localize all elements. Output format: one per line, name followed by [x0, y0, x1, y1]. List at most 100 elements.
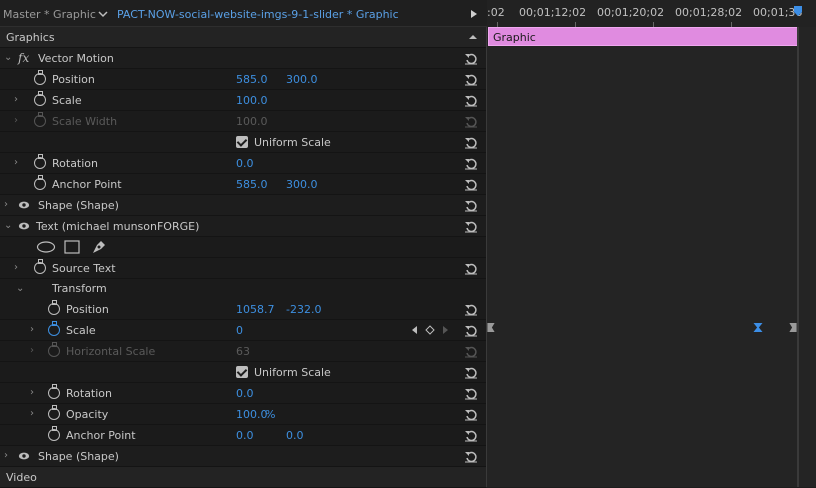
chevron-right-icon[interactable]: ›	[14, 158, 22, 168]
sequence-clip-tab[interactable]: PACT-NOW-social-website-imgs-9-1-slider …	[117, 8, 399, 21]
horizontal-scale-value: 63	[236, 345, 250, 358]
eye-icon[interactable]	[18, 450, 30, 462]
scale-width-value: 100.0	[236, 115, 268, 128]
reset-icon[interactable]	[464, 449, 478, 463]
playhead-line[interactable]	[797, 27, 799, 487]
position-x-value[interactable]: 1058.7	[236, 303, 275, 316]
vector-motion-row[interactable]: ⌄ fx Vector Motion	[0, 48, 486, 69]
reset-icon[interactable]	[464, 302, 478, 316]
stopwatch-icon[interactable]	[34, 154, 46, 169]
reset-icon[interactable]	[464, 93, 478, 107]
reset-icon[interactable]	[464, 198, 478, 212]
anchor-x-value[interactable]: 585.0	[236, 178, 268, 191]
chevron-down-icon[interactable]: ⌄	[4, 221, 12, 231]
opacity-unit: %	[265, 408, 276, 421]
reset-icon[interactable]	[464, 386, 478, 400]
stopwatch-icon[interactable]	[34, 91, 46, 106]
reset-icon[interactable]	[464, 407, 478, 421]
effect-timeline[interactable]: Graphic	[487, 27, 816, 487]
chevron-right-icon[interactable]: ›	[14, 95, 22, 105]
keyframe-right-marker[interactable]	[789, 323, 797, 332]
rotation-value[interactable]: 0.0	[236, 157, 254, 170]
stopwatch-icon[interactable]	[34, 259, 46, 274]
ruler-tick: 00;01;28;02	[675, 6, 743, 19]
chevron-down-icon[interactable]: ⌄	[16, 284, 24, 294]
time-ruler[interactable]: :02 00;01;12;02 00;01;20;02 00;01;28;02 …	[487, 0, 816, 27]
chevron-right-icon[interactable]: ›	[4, 200, 12, 210]
reset-icon[interactable]	[464, 261, 478, 275]
transform-label: Transform	[52, 282, 107, 295]
graphics-section-header: Graphics	[0, 27, 486, 48]
stopwatch-icon[interactable]	[48, 426, 60, 441]
fx-icon[interactable]: fx	[18, 51, 29, 65]
source-text-row: › Source Text	[0, 258, 486, 279]
anchor-y-value[interactable]: 300.0	[286, 178, 318, 191]
transform-row[interactable]: ⌄ Transform	[0, 279, 486, 300]
horizontal-scale-label: Horizontal Scale	[66, 345, 156, 358]
rotation-value[interactable]: 0.0	[236, 387, 254, 400]
shape-layer-row[interactable]: › Shape (Shape)	[0, 195, 486, 216]
stopwatch-icon[interactable]	[48, 405, 60, 420]
play-arrow-icon[interactable]	[471, 10, 477, 18]
eye-icon[interactable]	[18, 199, 30, 211]
opacity-label: Opacity	[66, 408, 109, 421]
reset-icon[interactable]	[464, 156, 478, 170]
chevron-right-icon[interactable]: ›	[30, 409, 38, 419]
keyframe-icon[interactable]	[753, 323, 763, 332]
keyframe-nav[interactable]	[410, 325, 450, 335]
text-uniform-scale-row: Uniform Scale	[0, 362, 486, 383]
reset-icon[interactable]	[464, 365, 478, 379]
anchor-y-value[interactable]: 0.0	[286, 429, 304, 442]
reset-icon[interactable]	[464, 323, 478, 337]
chevron-right-icon[interactable]: ›	[30, 388, 38, 398]
position-label: Position	[52, 73, 95, 86]
master-clip-label[interactable]: Master * Graphic	[3, 8, 96, 21]
chevron-down-icon[interactable]: ⌄	[4, 53, 12, 63]
opacity-value[interactable]: 100.0	[236, 408, 268, 421]
vm-uniform-scale-row: Uniform Scale	[0, 132, 486, 153]
stopwatch-icon[interactable]	[34, 70, 46, 85]
video-section-header: Video	[0, 467, 486, 488]
position-label: Position	[66, 303, 109, 316]
pen-mask-icon[interactable]	[91, 239, 107, 255]
keyframe-left-marker[interactable]	[487, 323, 495, 332]
ellipse-mask-icon[interactable]	[36, 241, 56, 253]
reset-icon[interactable]	[464, 219, 478, 233]
reset-icon[interactable]	[464, 428, 478, 442]
chevron-right-icon[interactable]: ›	[4, 451, 12, 461]
collapse-up-icon[interactable]	[466, 30, 480, 44]
stopwatch-icon[interactable]	[48, 384, 60, 399]
source-text-label: Source Text	[52, 262, 116, 275]
ruler-tick: 00;01;12;02	[519, 6, 587, 19]
stopwatch-icon[interactable]	[48, 300, 60, 315]
ruler-tick: 00;01;20;02	[597, 6, 665, 19]
rotation-label: Rotation	[66, 387, 113, 400]
position-y-value[interactable]: -232.0	[286, 303, 321, 316]
eye-icon[interactable]	[18, 220, 30, 232]
stopwatch-icon[interactable]	[34, 175, 46, 190]
rectangle-mask-icon[interactable]	[64, 240, 80, 254]
chevron-right-icon[interactable]: ›	[30, 325, 38, 335]
reset-icon[interactable]	[464, 135, 478, 149]
graphic-clip-bar[interactable]: Graphic	[488, 27, 799, 46]
stopwatch-active-icon[interactable]	[48, 321, 60, 336]
reset-icon[interactable]	[464, 177, 478, 191]
reset-icon[interactable]	[464, 72, 478, 86]
horizontal-scale-row: › Horizontal Scale 63	[0, 341, 486, 362]
chevron-right-icon[interactable]: ›	[14, 263, 22, 273]
shape-label: Shape (Shape)	[38, 199, 119, 212]
uniform-scale-checkbox[interactable]	[236, 136, 248, 148]
vector-motion-label: Vector Motion	[38, 52, 114, 65]
anchor-x-value[interactable]: 0.0	[236, 429, 254, 442]
uniform-scale-checkbox[interactable]	[236, 366, 248, 378]
scale-value[interactable]: 100.0	[236, 94, 268, 107]
video-label: Video	[6, 471, 37, 484]
scale-value[interactable]: 0	[236, 324, 243, 337]
vm-scale-row: › Scale 100.0	[0, 90, 486, 111]
position-x-value[interactable]: 585.0	[236, 73, 268, 86]
shape-layer-row[interactable]: › Shape (Shape)	[0, 446, 486, 467]
reset-icon[interactable]	[464, 51, 478, 65]
position-y-value[interactable]: 300.0	[286, 73, 318, 86]
chevron-down-icon[interactable]	[98, 9, 108, 19]
text-layer-row[interactable]: ⌄ Text (michael munsonFORGE)	[0, 216, 486, 237]
